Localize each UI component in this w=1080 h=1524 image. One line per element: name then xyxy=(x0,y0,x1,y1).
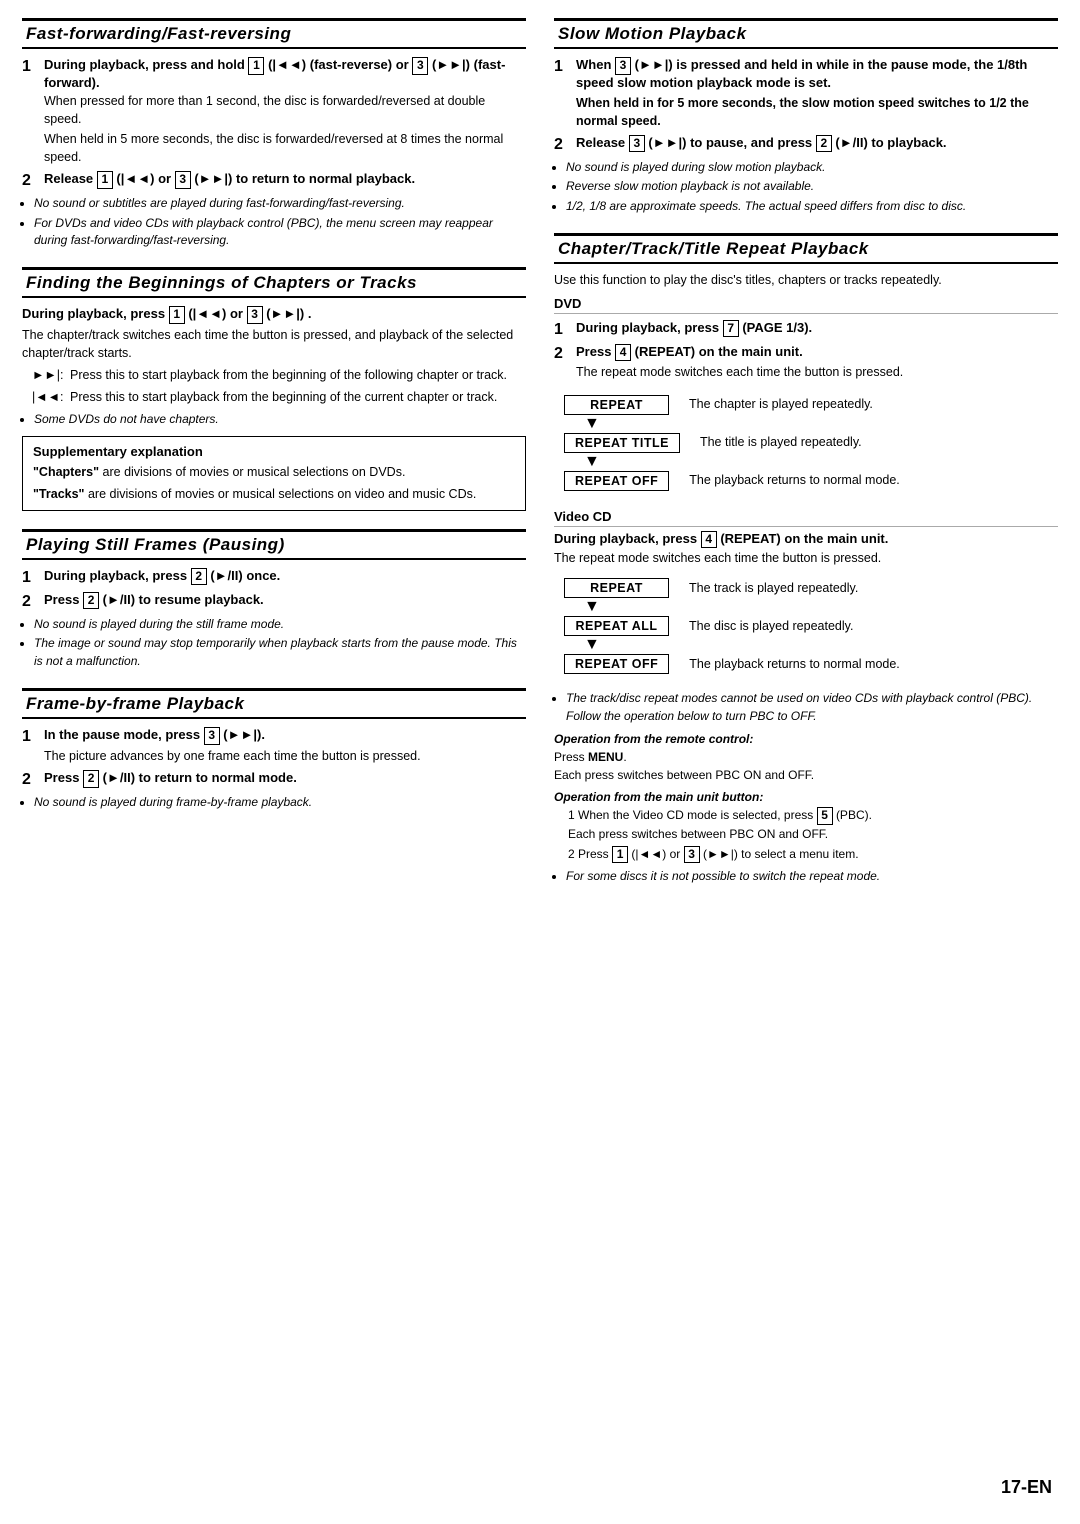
step-dvd-2: 2 Press 4 (REPEAT) on the main unit. The… xyxy=(554,344,1058,382)
vcd-during-playback: During playback, press 4 (REPEAT) on the… xyxy=(554,531,1058,549)
section-still-frames: Playing Still Frames (Pausing) 1 During … xyxy=(22,529,526,671)
section-fast-forwarding: Fast-forwarding/Fast-reversing 1 During … xyxy=(22,18,526,249)
op-main-block: Operation from the main unit button: 1 W… xyxy=(554,788,1058,863)
section-title-finding: Finding the Beginnings of Chapters or Tr… xyxy=(22,267,526,298)
finding-bullets: Some DVDs do not have chapters. xyxy=(34,411,526,428)
dvd-flow-box-3: REPEAT OFF xyxy=(564,471,669,491)
vcd-flow-desc-2: The disc is played repeatedly. xyxy=(689,618,853,635)
step-fbf-1: 1 In the pause mode, press 3 (►►|). The … xyxy=(22,727,526,765)
section-title-slow-motion: Slow Motion Playback xyxy=(554,18,1058,49)
finding-indent-list: ►►|: Press this to start playback from t… xyxy=(32,367,526,406)
step-fbf-2: 2 Press 2 (►/II) to return to normal mod… xyxy=(22,770,526,789)
page-layout: Fast-forwarding/Fast-reversing 1 During … xyxy=(22,18,1058,904)
vcd-label: Video CD xyxy=(554,509,1058,527)
dvd-flow-desc-1: The chapter is played repeatedly. xyxy=(689,396,873,413)
section-frame-by-frame: Frame-by-frame Playback 1 In the pause m… xyxy=(22,688,526,811)
right-column: Slow Motion Playback 1 When 3 (►►|) is p… xyxy=(554,18,1058,904)
supplementary-note: Supplementary explanation "Chapters" are… xyxy=(22,436,526,510)
sm-bullets: No sound is played during slow motion pl… xyxy=(566,159,1058,215)
vcd-flow-box-3: REPEAT OFF xyxy=(564,654,669,674)
step-sf-2: 2 Press 2 (►/II) to resume playback. xyxy=(22,592,526,611)
repeat-note2-bullet: For some discs it is not possible to swi… xyxy=(566,868,1058,885)
fbf-bullets: No sound is played during frame-by-frame… xyxy=(34,794,526,811)
dvd-flow-box-2: REPEAT TITLE xyxy=(564,433,680,453)
sf-bullets: No sound is played during the still fram… xyxy=(34,616,526,670)
section-title-still-frames: Playing Still Frames (Pausing) xyxy=(22,529,526,560)
op-remote-block: Operation from the remote control: Press… xyxy=(554,730,1058,784)
section-title-fbf: Frame-by-frame Playback xyxy=(22,688,526,719)
page-number: 17-EN xyxy=(1001,1460,1052,1502)
vcd-flow-box-2: REPEAT ALL xyxy=(564,616,669,636)
vcd-flow-diagram: REPEAT The track is played repeatedly. ▼… xyxy=(564,578,900,674)
step-ff-1: 1 During playback, press and hold 1 (|◄◄… xyxy=(22,57,526,166)
section-finding: Finding the Beginnings of Chapters or Tr… xyxy=(22,267,526,510)
finding-item-2: |◄◄: Press this to start playback from t… xyxy=(32,389,526,407)
dvd-flow-desc-2: The title is played repeatedly. xyxy=(700,434,862,451)
during-playback-label: During playback, press 1 (|◄◄) or 3 (►►|… xyxy=(22,306,526,324)
vcd-flow-desc-3: The playback returns to normal mode. xyxy=(689,656,900,673)
dvd-flow-desc-3: The playback returns to normal mode. xyxy=(689,472,900,489)
section-slow-motion: Slow Motion Playback 1 When 3 (►►|) is p… xyxy=(554,18,1058,215)
dvd-flow-box-1: REPEAT xyxy=(564,395,669,415)
dvd-label: DVD xyxy=(554,296,1058,314)
section-title-chapter-repeat: Chapter/Track/Title Repeat Playback xyxy=(554,233,1058,264)
finding-item-1: ►►|: Press this to start playback from t… xyxy=(32,367,526,385)
step-sf-1: 1 During playback, press 2 (►/II) once. xyxy=(22,568,526,587)
step-dvd-1: 1 During playback, press 7 (PAGE 1/3). xyxy=(554,320,1058,339)
left-column: Fast-forwarding/Fast-reversing 1 During … xyxy=(22,18,526,904)
vcd-flow-box-1: REPEAT xyxy=(564,578,669,598)
step-sm-1: 1 When 3 (►►|) is pressed and held in wh… xyxy=(554,57,1058,130)
dvd-flow-diagram: REPEAT The chapter is played repeatedly.… xyxy=(564,395,900,491)
vcd-flow-desc-1: The track is played repeatedly. xyxy=(689,580,858,597)
ff-bullets: No sound or subtitles are played during … xyxy=(34,195,526,249)
step-sm-2: 2 Release 3 (►►|) to pause, and press 2 … xyxy=(554,135,1058,154)
section-chapter-repeat: Chapter/Track/Title Repeat Playback Use … xyxy=(554,233,1058,885)
section-title-fast-forwarding: Fast-forwarding/Fast-reversing xyxy=(22,18,526,49)
repeat-bullets: The track/disc repeat modes cannot be us… xyxy=(566,690,1058,725)
step-ff-2: 2 Release 1 (|◄◄) or 3 (►►|) to return t… xyxy=(22,171,526,190)
